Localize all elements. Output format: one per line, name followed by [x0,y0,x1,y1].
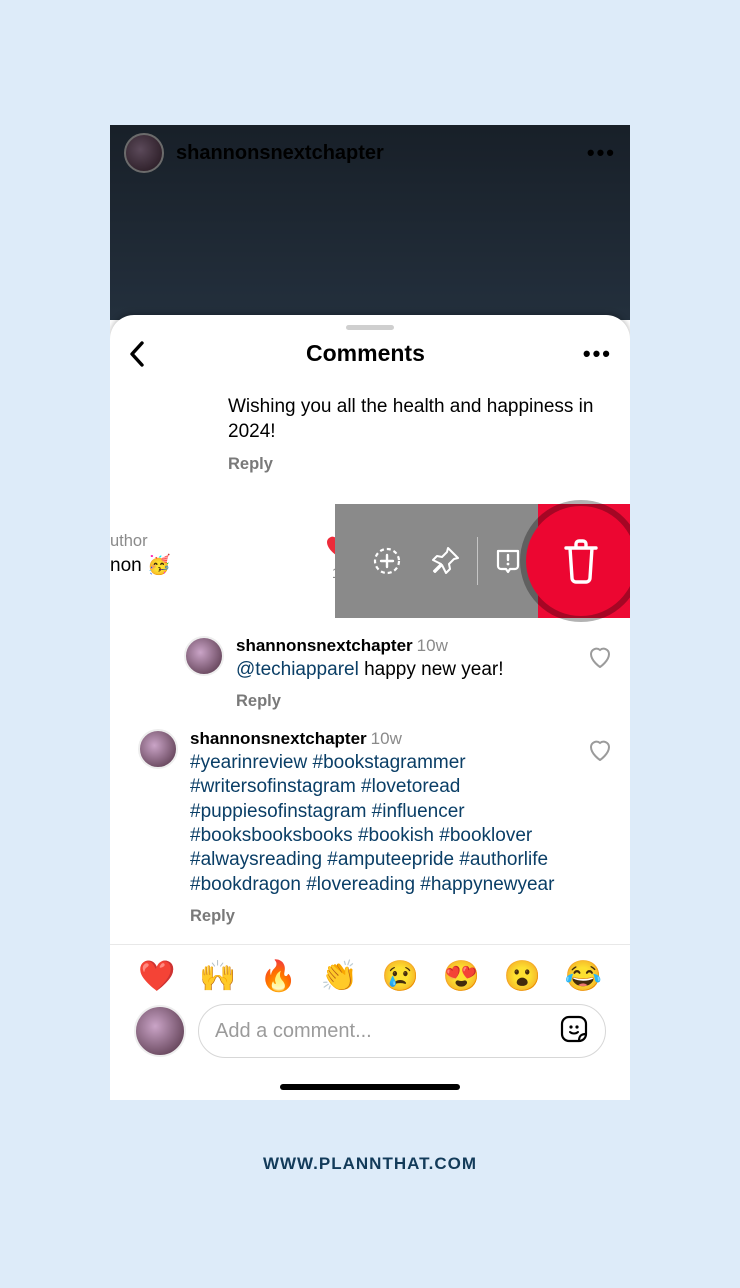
avatar[interactable] [134,1005,186,1057]
heart-outline-icon[interactable] [588,646,612,711]
comment-text: Wishing you all the health and happiness… [228,395,608,444]
placeholder: Add a comment... [215,1020,559,1043]
comment-username[interactable]: shannonsnextchapter [236,636,413,655]
comment-text: non 🥳 [110,553,171,577]
comment-username[interactable]: shannonsnextchapter [190,729,367,748]
post-backdrop: shannonsnextchapter ••• [110,125,630,320]
composer: Add a comment... [110,1004,630,1076]
comment-item: shannonsnextchapter10w @techiapparel hap… [110,618,630,711]
sheet-title: Comments [306,340,425,367]
emoji-hearteyes[interactable]: 😍 [443,959,480,994]
comment-item: shannonsnextchapter10w #yearinreview #bo… [110,711,630,926]
reply-button[interactable]: Reply [228,454,608,475]
pin-icon[interactable] [417,504,477,618]
avatar[interactable] [184,636,224,676]
comments-body: Wishing you all the health and happiness… [110,395,630,1100]
author-label: uthor [110,532,171,551]
emoji-laugh[interactable]: 😂 [565,959,602,994]
emoji-clap[interactable]: 👏 [321,959,358,994]
sheet-header: Comments ••• [110,336,630,383]
back-icon[interactable] [128,341,148,367]
comment-text[interactable]: #yearinreview #bookstagrammer #writersof… [190,751,568,897]
comment-meta: shannonsnextchapter10w [190,729,568,749]
comment-input[interactable]: Add a comment... [198,1004,606,1058]
swipe-actions [335,504,630,618]
reply-button[interactable]: Reply [236,692,568,711]
selected-comment-fragment: uthor non 🥳 [110,532,171,577]
comment-age: 10w [371,729,402,748]
reply-button[interactable]: Reply [190,907,568,926]
avatar[interactable] [138,729,178,769]
emoji-hands[interactable]: 🙌 [199,959,236,994]
sheet-grabber[interactable] [346,325,394,330]
comments-sheet: Comments ••• Wishing you all the health … [110,315,630,1100]
more-icon[interactable]: ••• [583,341,612,367]
home-indicator [280,1084,460,1090]
comment-meta: shannonsnextchapter10w [236,636,568,656]
delete-action[interactable] [538,504,630,618]
emoji-cry[interactable]: 😢 [382,959,419,994]
add-circle-icon[interactable] [357,504,417,618]
footer-url: WWW.PLANNTHAT.COM [0,1154,740,1174]
selected-comment-row: uthor non 🥳 1 [110,504,630,618]
emoji-heart[interactable]: ❤️ [138,959,175,994]
comment-text-partial: Wishing you all the health and happiness… [110,395,630,476]
comment-text: @techiapparel happy new year! [236,658,568,682]
comment-age: 10w [417,636,448,655]
trash-icon[interactable] [526,506,630,616]
heart-outline-icon[interactable] [588,739,612,926]
mention-link[interactable]: @techiapparel [236,659,359,680]
phone-frame: shannonsnextchapter ••• Comments ••• Wis… [110,125,630,1100]
emoji-wow[interactable]: 😮 [504,959,541,994]
emoji-fire[interactable]: 🔥 [260,959,297,994]
dim-overlay [110,125,630,320]
emoji-quick-row: ❤️ 🙌 🔥 👏 😢 😍 😮 😂 [110,944,630,1004]
sticker-icon[interactable] [559,1014,589,1049]
